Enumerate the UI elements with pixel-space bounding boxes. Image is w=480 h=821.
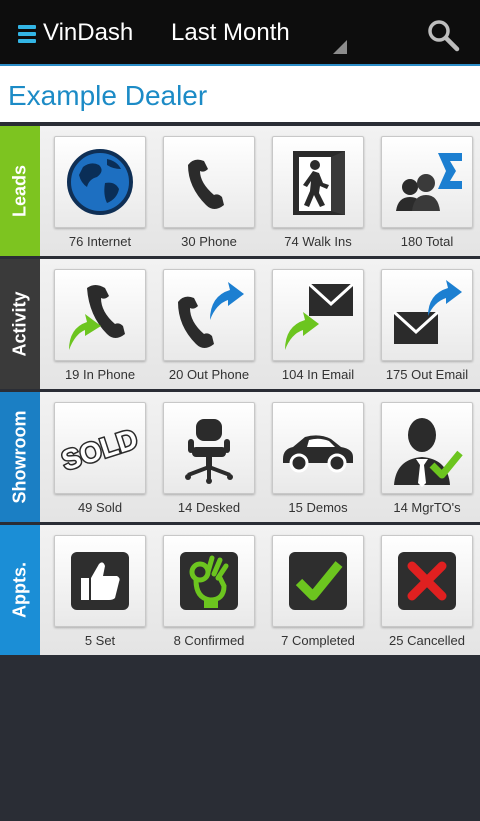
tile-label: 7 Completed (281, 633, 355, 648)
tile-out-email[interactable] (381, 269, 473, 361)
tile-phone[interactable] (163, 136, 255, 228)
in-phone-icon (69, 285, 125, 350)
out-phone-icon (178, 282, 244, 348)
car-icon (283, 435, 353, 473)
app-title[interactable]: VinDash (43, 19, 133, 47)
tile-label: 20 Out Phone (168, 367, 250, 382)
tile-label: 14 MgrTO's (393, 500, 461, 515)
tile-label: 175 Out Email (385, 367, 469, 382)
sold-stamp-text: SOLD (61, 423, 139, 477)
section-appointments: Appts. 5 Set 8 Confirmed 7 Completed 25 … (0, 525, 480, 658)
period-selector[interactable]: Last Month (171, 19, 290, 47)
section-tab-activity[interactable]: Activity (0, 259, 40, 389)
dealer-header: Example Dealer (0, 66, 480, 124)
tile-desked[interactable] (163, 402, 255, 494)
section-title: Showroom (9, 410, 30, 504)
phone-icon (188, 159, 224, 209)
section-title: Leads (9, 164, 30, 218)
action-bar: VinDash Last Month (0, 0, 480, 66)
tile-completed[interactable] (272, 535, 364, 627)
search-icon[interactable] (426, 18, 460, 52)
tile-walk-ins[interactable] (272, 136, 364, 228)
thumbs-up-icon (71, 552, 129, 610)
cross-icon (398, 552, 456, 610)
tile-label: 14 Desked (177, 500, 241, 515)
section-title: Activity (9, 291, 30, 357)
globe-icon (67, 149, 133, 215)
tile-in-phone[interactable] (54, 269, 146, 361)
in-email-icon (285, 282, 355, 350)
tile-total[interactable] (381, 136, 473, 228)
tile-sold[interactable]: SOLD (54, 402, 146, 494)
tile-label: 104 In Email (281, 367, 355, 382)
section-tab-showroom[interactable]: Showroom (0, 392, 40, 522)
tile-label: 74 Walk Ins (284, 234, 352, 249)
menu-icon[interactable] (18, 25, 36, 43)
section-showroom: Showroom SOLD 49 Sold 14 Desked 15 Demos (0, 392, 480, 525)
section-title: Appts. (9, 562, 30, 618)
tile-demos[interactable] (272, 402, 364, 494)
manager-icon (394, 418, 463, 487)
tile-out-phone[interactable] (163, 269, 255, 361)
section-tab-appointments[interactable]: Appts. (0, 525, 40, 655)
tile-cancelled[interactable] (381, 535, 473, 627)
tile-label: 15 Demos (288, 500, 348, 515)
walk-in-icon (293, 151, 345, 215)
section-activity: Activity 19 In Phone 20 Out Phone 104 In… (0, 259, 480, 392)
tile-label: 5 Set (84, 633, 116, 648)
dealer-name: Example Dealer (8, 80, 208, 111)
section-tab-leads[interactable]: Leads (0, 126, 40, 256)
ok-hand-icon (180, 552, 238, 610)
tile-label: 30 Phone (181, 234, 237, 249)
desk-chair-icon (185, 419, 233, 484)
tile-confirmed[interactable] (163, 535, 255, 627)
tile-label: 19 In Phone (64, 367, 136, 382)
tile-label: 49 Sold (77, 500, 123, 515)
check-icon (289, 552, 347, 610)
tile-label: 76 Internet (68, 234, 132, 249)
tile-in-email[interactable] (272, 269, 364, 361)
out-email-icon (392, 280, 462, 344)
tile-label: 25 Cancelled (389, 633, 465, 648)
total-icon (396, 153, 462, 211)
section-leads: Leads 76 Internet 30 Phone 74 Walk Ins 1… (0, 126, 480, 259)
sold-icon: SOLD (61, 421, 139, 478)
tile-mgr-to[interactable] (381, 402, 473, 494)
tile-internet[interactable] (54, 136, 146, 228)
dropdown-caret-icon[interactable] (333, 40, 347, 54)
tile-label: 8 Confirmed (173, 633, 245, 648)
tile-label: 180 Total (400, 234, 454, 249)
tile-set[interactable] (54, 535, 146, 627)
